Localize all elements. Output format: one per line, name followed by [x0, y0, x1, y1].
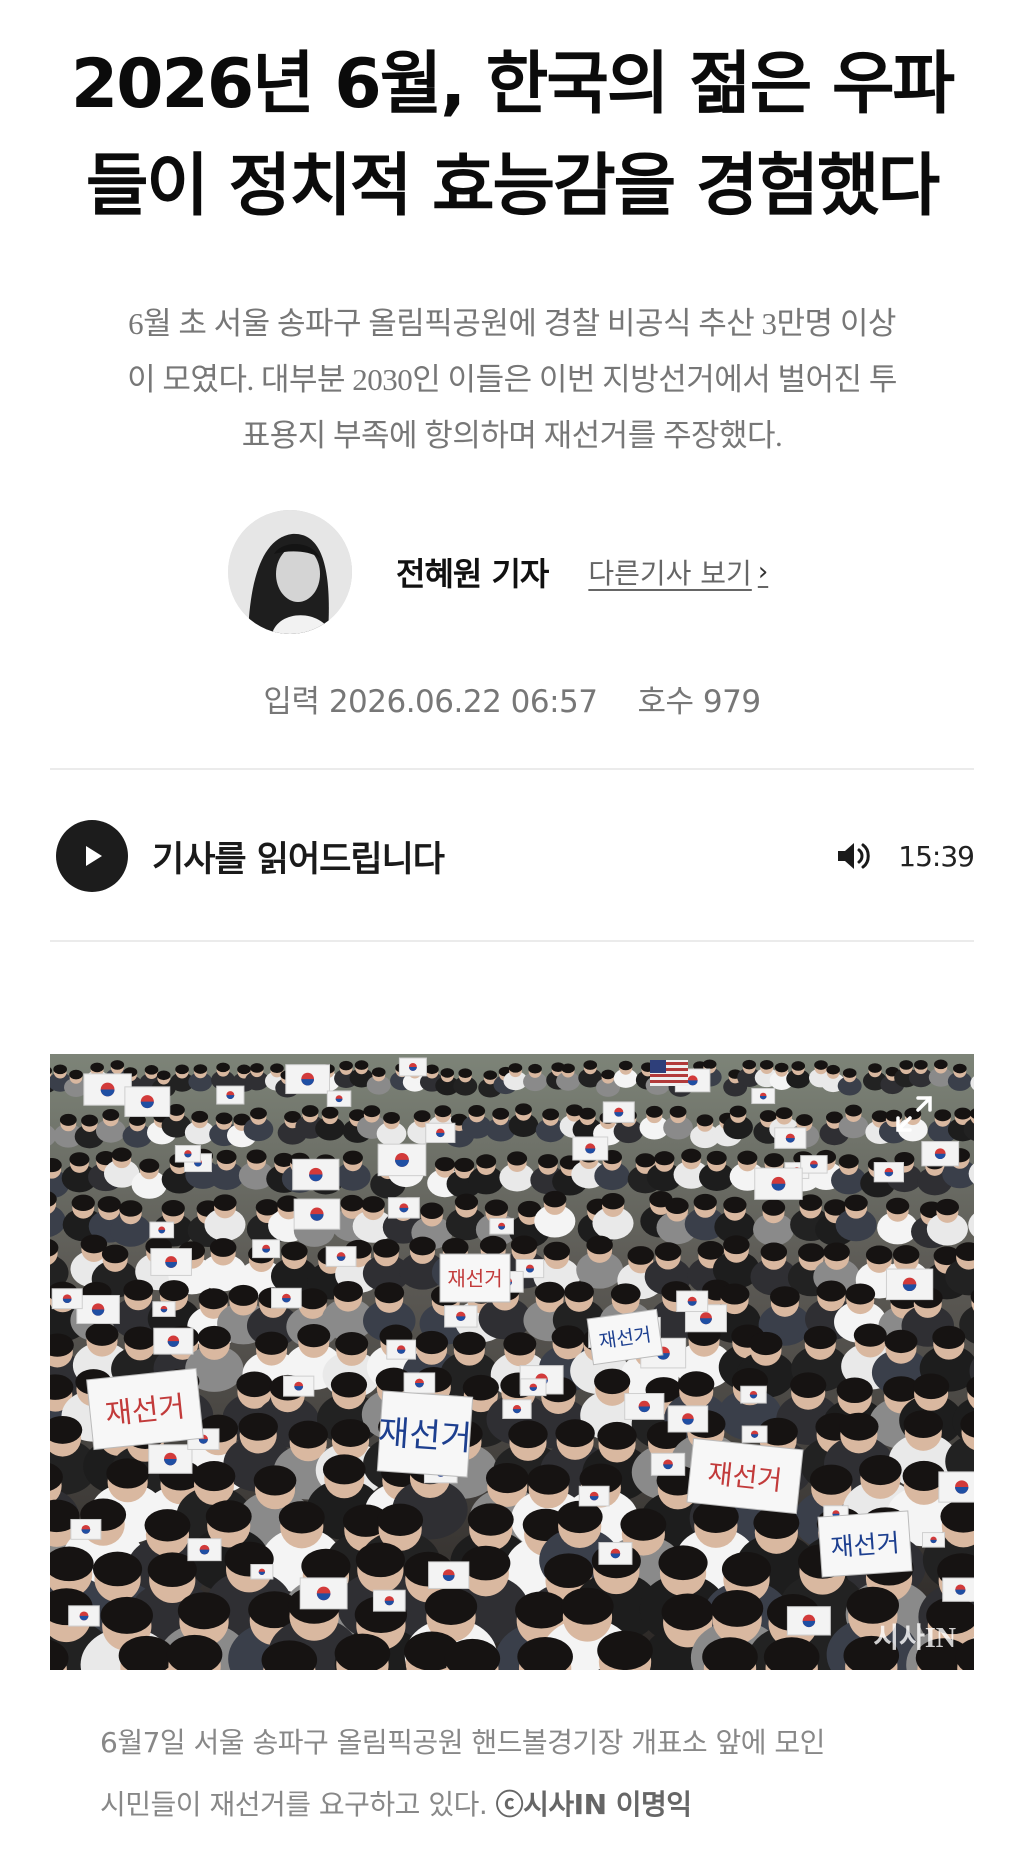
audio-label: 기사를 읽어드립니다 [152, 839, 445, 880]
more-articles-link[interactable]: 다른기사 보기 › [588, 552, 768, 592]
divider-top [50, 768, 974, 770]
play-icon [86, 846, 102, 866]
headline-line-1: 2026년 6월, 한국의 젊은 우파 [70, 45, 955, 124]
photo-credit: ⓒ시사IN 이명익 [495, 1788, 692, 1821]
caption-line-1: 6월7일 서울 송파구 올림픽공원 핸드볼경기장 개표소 앞에 모인 [100, 1726, 825, 1759]
audio-player: 기사를 읽어드립니다 15:39 [56, 818, 975, 894]
issue-number: 호수 979 [637, 684, 762, 720]
headline-line-2: 들이 정치적 효능감을 경험했다 [85, 147, 940, 226]
photo-caption: 6월7일 서울 송파구 올림픽공원 핸드볼경기장 개표소 앞에 모인 시민들이 … [100, 1712, 924, 1836]
crowd-image: 재선거재선거재선거재선거재선거재선거 [50, 1054, 974, 1670]
article-headline: 2026년 6월, 한국의 젊은 우파 들이 정치적 효능감을 경험했다 [40, 34, 984, 238]
sign-text: 재선거 [447, 1267, 502, 1291]
reporter-name[interactable]: 전혜원 기자 [396, 549, 549, 595]
audio-controls: 15:39 [834, 839, 975, 873]
audio-duration: 15:39 [898, 839, 975, 873]
published-date: 입력 2026.06.22 06:57 [263, 684, 598, 720]
byline: 전혜원 기자 다른기사 보기 › [228, 510, 768, 634]
sign-text: 재선거 [830, 1528, 901, 1562]
chevron-right-icon: › [757, 557, 769, 587]
article-photo[interactable]: 재선거 재선거 재선거 재선거 재선거 재선거 시사IN [50, 1054, 974, 1670]
subhead-line-3: 표용지 부족에 항의하며 재선거를 주장했다. [241, 418, 783, 453]
photo-watermark: 시사IN [873, 1623, 956, 1654]
divider-bottom [50, 940, 974, 942]
article-meta: 입력 2026.06.22 06:57 호수 979 [0, 676, 1024, 721]
subhead-line-2: 이 모였다. 대부분 2030인 이들은 이번 지방선거에서 벌어진 투 [127, 362, 897, 397]
caption-line-2: 시민들이 재선거를 요구하고 있다. [100, 1788, 488, 1821]
volume-icon[interactable] [834, 839, 874, 873]
more-articles-label: 다른기사 보기 [588, 557, 752, 590]
play-button[interactable] [56, 820, 128, 892]
article-subhead: 6월 초 서울 송파구 올림픽공원에 경찰 비공식 추산 3만명 이상 이 모였… [50, 296, 974, 464]
reporter-avatar[interactable] [228, 510, 352, 634]
sign-text: 재선거 [377, 1413, 473, 1459]
subhead-line-1: 6월 초 서울 송파구 올림픽공원에 경찰 비공식 추산 3만명 이상 [128, 306, 896, 341]
expand-icon[interactable] [892, 1092, 936, 1136]
